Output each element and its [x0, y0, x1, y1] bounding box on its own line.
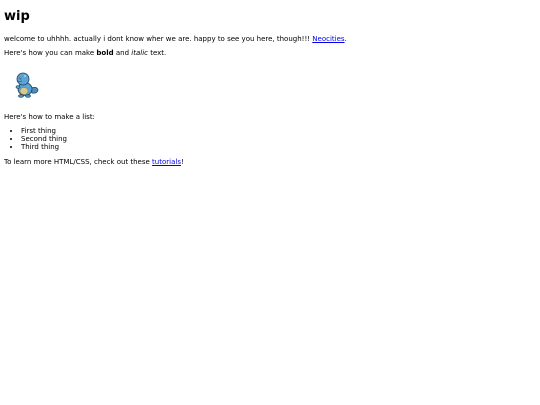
welcome-paragraph: welcome to uhhhh. actually i dont know w… — [4, 35, 347, 44]
format-and: and — [113, 49, 132, 57]
list-item: First thing — [21, 127, 67, 135]
neocities-link[interactable]: Neocities — [312, 35, 344, 43]
italic-text: italic — [131, 49, 148, 57]
format-intro: Here's how you can make — [4, 49, 97, 57]
format-paragraph: Here's how you can make bold and italic … — [4, 49, 166, 58]
learn-paragraph: To learn more HTML/CSS, check out these … — [4, 158, 184, 167]
list-item: Third thing — [21, 143, 67, 151]
example-list: First thing Second thing Third thing — [4, 127, 67, 151]
list-intro: Here's how to make a list: — [4, 113, 95, 121]
tutorials-link[interactable]: tutorials — [152, 158, 181, 166]
welcome-text: welcome to uhhhh. actually i dont know w… — [4, 35, 313, 43]
learn-end: ! — [180, 158, 184, 166]
bold-text: bold — [96, 49, 114, 57]
welcome-end: . — [344, 35, 347, 43]
learn-text: To learn more HTML/CSS, check out these — [4, 158, 153, 166]
page-title: wip — [4, 9, 30, 24]
format-end: text. — [147, 49, 167, 57]
water-pokemon-sprite-icon — [15, 72, 39, 98]
list-item: Second thing — [21, 135, 67, 143]
